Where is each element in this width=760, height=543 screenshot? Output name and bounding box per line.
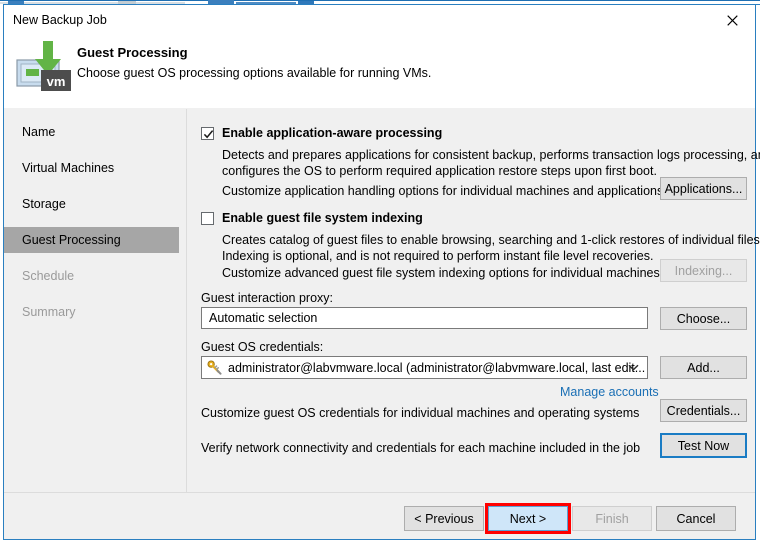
manage-accounts-link[interactable]: Manage accounts — [560, 385, 659, 399]
app-aware-label: Enable application-aware processing — [222, 126, 443, 140]
test-connectivity-text: Verify network connectivity and credenti… — [201, 441, 641, 455]
new-backup-job-dialog: New Backup Job vm Guest Processing Choos… — [3, 4, 760, 540]
guest-processing-panel: Enable application-aware processing Dete… — [187, 109, 760, 492]
app-aware-checkbox[interactable] — [201, 127, 214, 140]
page-subtitle: Choose guest OS processing options avail… — [77, 66, 432, 80]
indexing-customize-text: Customize advanced guest file system ind… — [222, 266, 660, 280]
page-title: Guest Processing — [77, 45, 188, 60]
sidebar-item-summary: Summary — [4, 299, 179, 325]
sidebar-item-label: Name — [22, 125, 56, 139]
customize-credentials-text: Customize guest OS credentials for indiv… — [201, 406, 640, 420]
app-aware-description-line2: configures the OS to perform required ap… — [222, 164, 657, 178]
add-credentials-button[interactable]: Add... — [660, 356, 747, 379]
dialog-body: Name Virtual Machines Storage Guest Proc… — [4, 109, 760, 492]
sidebar-item-label: Guest Processing — [22, 233, 121, 247]
credentials-select[interactable]: administrator@labvmware.local (administr… — [201, 356, 648, 379]
credentials-value: administrator@labvmware.local (administr… — [228, 360, 646, 375]
indexing-checkbox-row[interactable]: Enable guest file system indexing — [201, 212, 423, 225]
choose-proxy-button[interactable]: Choose... — [660, 307, 747, 330]
sidebar-item-label: Summary — [22, 305, 76, 319]
svg-text:vm: vm — [47, 74, 66, 89]
title-bar: New Backup Job — [4, 5, 755, 35]
sidebar-item-label: Storage — [22, 197, 66, 211]
previous-button[interactable]: < Previous — [404, 506, 484, 531]
sidebar-item-schedule: Schedule — [4, 263, 179, 289]
finish-button: Finish — [572, 506, 652, 531]
close-button[interactable] — [709, 5, 755, 35]
proxy-input[interactable]: Automatic selection — [201, 307, 648, 329]
app-aware-description-line1: Detects and prepares applications for co… — [222, 148, 760, 162]
checkmark-icon — [203, 130, 214, 139]
dialog-footer: < Previous Next > Finish Cancel — [4, 493, 755, 539]
test-now-button[interactable]: Test Now — [660, 433, 747, 458]
applications-button[interactable]: Applications... — [660, 177, 747, 200]
vm-backup-icon: vm — [15, 41, 73, 93]
indexing-description-line1: Creates catalog of guest files to enable… — [222, 233, 760, 247]
cancel-button[interactable]: Cancel — [656, 506, 736, 531]
app-aware-checkbox-row[interactable]: Enable application-aware processing — [201, 127, 442, 140]
close-icon — [726, 14, 738, 26]
window-title: New Backup Job — [13, 13, 107, 27]
indexing-button: Indexing... — [660, 259, 747, 282]
indexing-label: Enable guest file system indexing — [222, 211, 423, 225]
sidebar-item-label: Virtual Machines — [22, 161, 115, 175]
sidebar-item-virtual-machines[interactable]: Virtual Machines — [4, 155, 179, 181]
indexing-checkbox[interactable] — [201, 212, 214, 225]
dialog-header: vm Guest Processing Choose guest OS proc… — [4, 35, 755, 139]
indexing-description-line2: Indexing is optional, and is not require… — [222, 249, 654, 263]
next-button[interactable]: Next > — [488, 506, 568, 531]
sidebar-item-storage[interactable]: Storage — [4, 191, 179, 217]
chevron-down-icon[interactable] — [628, 357, 639, 378]
wizard-steps-sidebar: Name Virtual Machines Storage Guest Proc… — [4, 109, 186, 492]
credentials-label: Guest OS credentials: — [201, 340, 324, 354]
app-aware-customize-text: Customize application handling options f… — [222, 184, 664, 198]
sidebar-item-label: Schedule — [22, 269, 75, 283]
sidebar-item-guest-processing[interactable]: Guest Processing — [4, 227, 179, 253]
proxy-label: Guest interaction proxy: — [201, 291, 334, 305]
credentials-button[interactable]: Credentials... — [660, 399, 747, 422]
sidebar-item-name[interactable]: Name — [4, 119, 179, 145]
key-icon — [207, 360, 222, 375]
